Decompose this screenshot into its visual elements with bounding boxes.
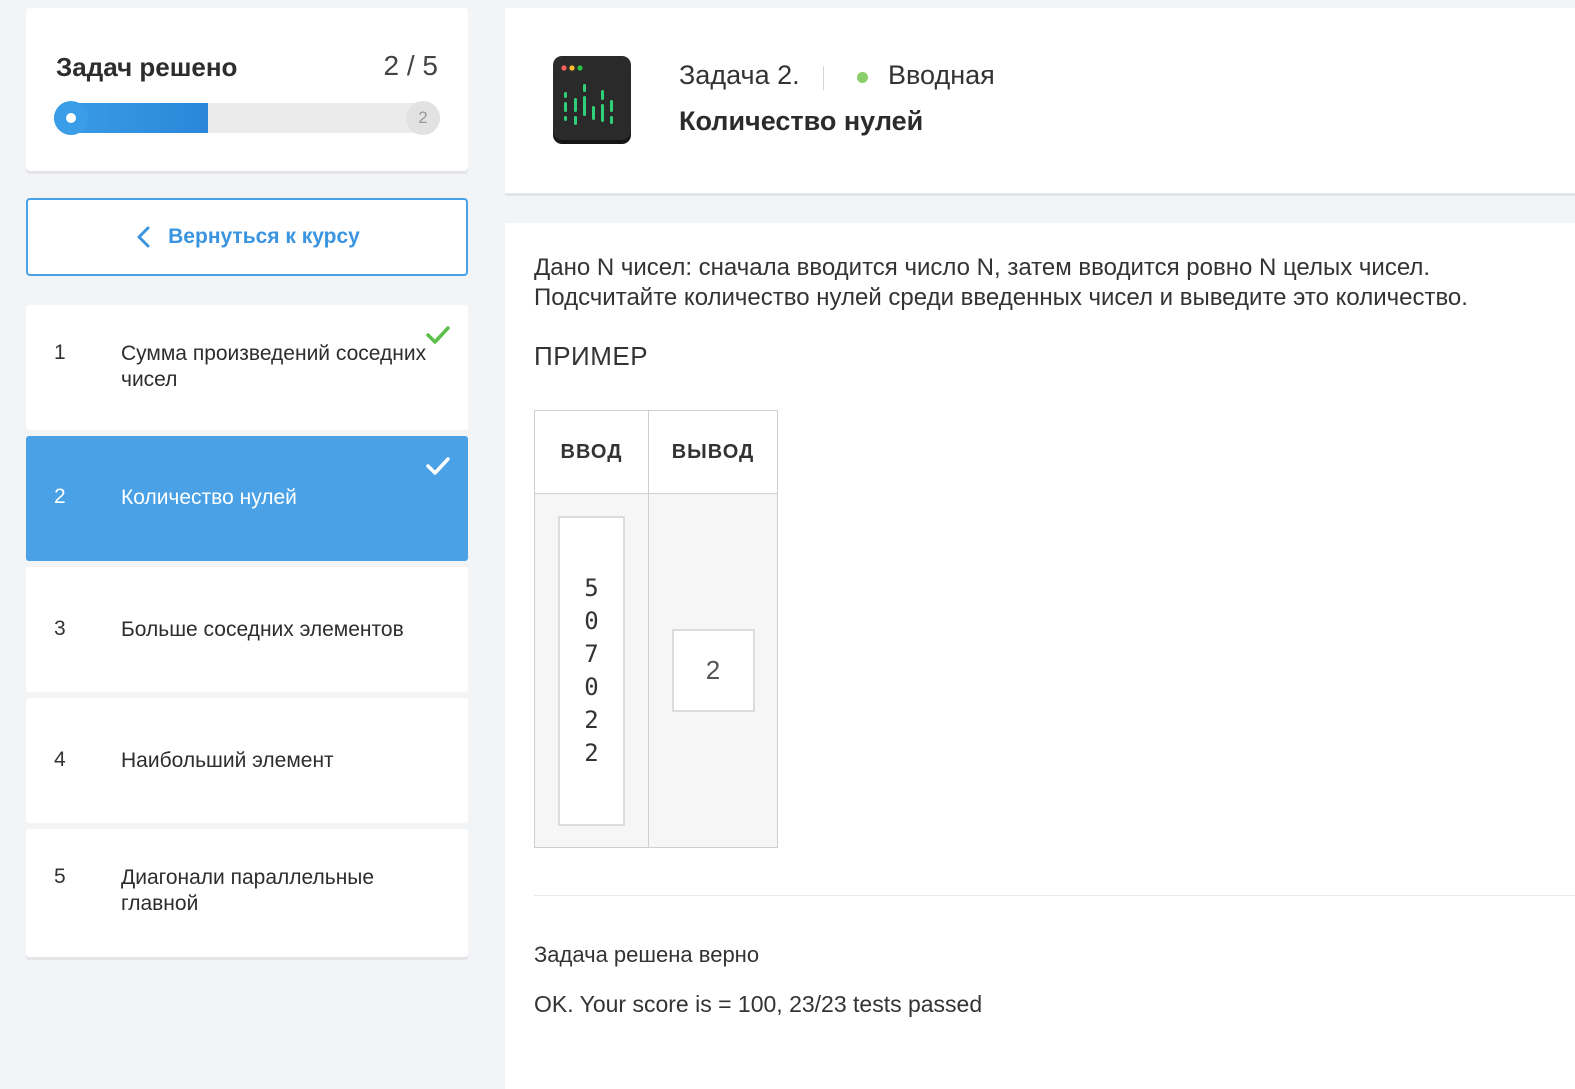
task-title: Наибольший элемент [121,749,334,772]
progress-title: Задач решено [56,52,238,82]
example-input-cell: 5 0 7 0 2 2 [534,493,649,848]
input-line: 5 [584,573,599,602]
task-number: 5 [54,865,66,888]
input-line: 7 [584,639,599,668]
progress-card: Задач решено 2 / 5 2 [26,8,468,171]
example-input: 5 0 7 0 2 2 [558,515,625,826]
task-number-label: Задача 2. [679,60,800,90]
task-header: Задача 2. Вводная Количество нулей [505,8,1575,193]
page-title: Количество нулей [679,106,924,136]
check-icon [426,326,450,344]
terminal-chart-icon [553,56,631,144]
example-table: ВВОД ВЫВОД 5 0 7 0 2 2 2 [534,410,778,848]
task-number: 3 [54,617,66,640]
progress-count: 2 / 5 [383,50,438,81]
task-statement: Дано N чисел: сначала вводится число N, … [534,253,1564,313]
result-status: Задача решена верно [534,942,760,967]
chevron-left-icon [137,226,150,248]
result-score: OK. Your score is = 100, 23/23 tests pas… [534,991,983,1017]
task-number: 1 [54,341,66,364]
task-title: Сумма произведений соседних чисел [121,342,427,391]
task-title: Количество нулей [121,486,297,509]
task-item-5[interactable]: 5 Диагонали параллельные главной [26,829,468,957]
example-output-cell: 2 [648,493,778,848]
task-item-1[interactable]: 1 Сумма произведений соседних чисел [26,305,468,430]
task-title: Больше соседних элементов [121,618,404,641]
input-line: 0 [584,606,599,635]
header-divider [823,66,824,90]
divider [534,895,1575,896]
back-to-course-button[interactable]: Вернуться к курсу [26,198,468,276]
progress-start-marker [54,101,88,135]
statement-line: Дано N чисел: сначала вводится число N, … [534,254,1431,281]
progress-bar: 2 [54,101,440,135]
difficulty-level: Вводная [888,60,995,90]
task-number: 4 [54,748,66,771]
example-title: ПРИМЕР [534,341,649,371]
level-dot-icon [857,72,868,83]
progress-end-marker: 2 [406,101,440,135]
input-line: 0 [584,672,599,701]
task-list: 1 Сумма произведений соседних чисел 2 Ко… [26,305,468,963]
task-content: Дано N чисел: сначала вводится число N, … [505,223,1575,1089]
output-column-header: ВЫВОД [648,410,778,494]
task-item-4[interactable]: 4 Наибольший элемент [26,698,468,823]
input-column-header: ВВОД [534,410,649,494]
input-line: 2 [584,705,599,734]
check-icon [426,457,450,475]
back-button-label: Вернуться к курсу [168,225,360,248]
task-title: Диагонали параллельные главной [121,866,375,915]
statement-line: Подсчитайте количество нулей среди введе… [534,284,1468,311]
task-item-2[interactable]: 2 Количество нулей [26,436,468,561]
example-output: 2 [671,629,755,712]
task-number: 2 [54,485,66,508]
task-item-3[interactable]: 3 Больше соседних элементов [26,567,468,692]
input-line: 2 [584,738,599,767]
